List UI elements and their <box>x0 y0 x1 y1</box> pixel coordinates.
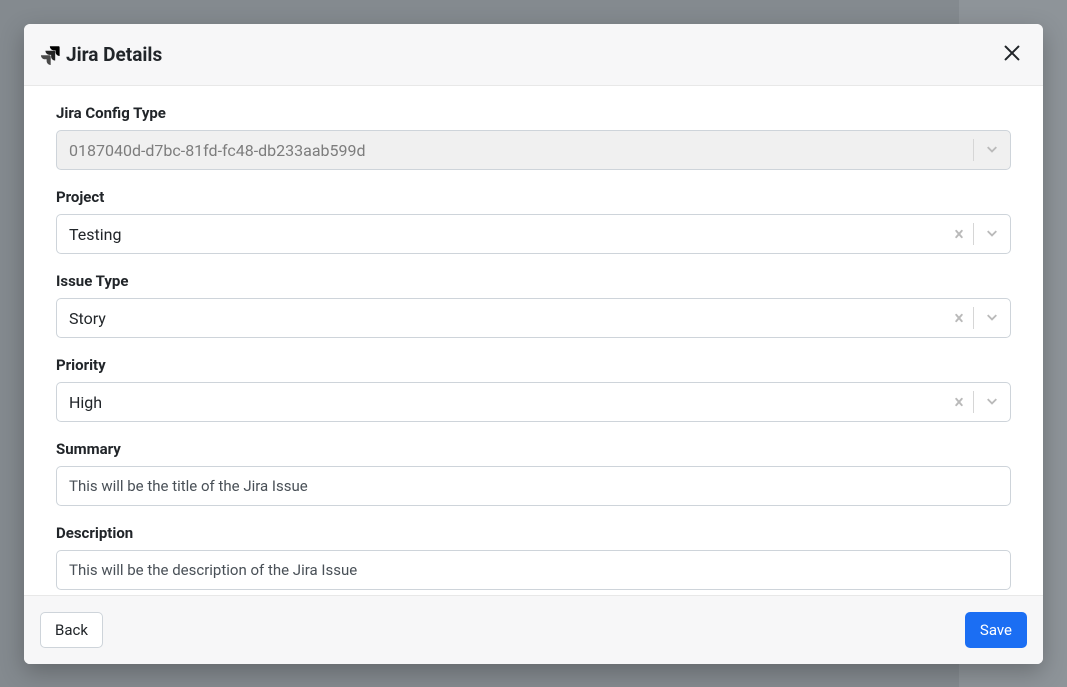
select-indicators <box>973 131 1010 169</box>
clear-icon[interactable] <box>945 394 973 410</box>
clear-icon[interactable] <box>945 226 973 242</box>
field-config-type: Jira Config Type 0187040d-d7bc-81fd-fc48… <box>56 104 1011 170</box>
modal-header: Jira Details <box>24 24 1043 85</box>
field-summary: Summary <box>56 440 1011 506</box>
chevron-down-icon <box>974 141 1010 159</box>
chevron-down-icon[interactable] <box>974 309 1010 327</box>
issue-type-label: Issue Type <box>56 272 1011 290</box>
config-type-label: Jira Config Type <box>56 104 1011 122</box>
config-type-select: 0187040d-d7bc-81fd-fc48-db233aab599d <box>56 130 1011 170</box>
field-issue-type: Issue Type Story <box>56 272 1011 338</box>
chevron-down-icon[interactable] <box>974 393 1010 411</box>
priority-label: Priority <box>56 356 1011 374</box>
modal-footer: Back Save <box>24 595 1043 664</box>
field-project: Project Testing <box>56 188 1011 254</box>
field-priority: Priority High <box>56 356 1011 422</box>
select-indicators <box>945 215 1010 253</box>
summary-label: Summary <box>56 440 1011 458</box>
project-value: Testing <box>69 225 945 244</box>
modal-body[interactable]: Jira Config Type 0187040d-d7bc-81fd-fc48… <box>24 86 1043 595</box>
modal-title: Jira Details <box>66 43 162 66</box>
close-button[interactable] <box>997 38 1027 71</box>
issue-type-select[interactable]: Story <box>56 298 1011 338</box>
clear-icon[interactable] <box>945 310 973 326</box>
description-label: Description <box>56 524 1011 542</box>
chevron-down-icon[interactable] <box>974 225 1010 243</box>
close-icon <box>1001 52 1023 67</box>
jira-details-modal: Jira Details Jira Config Type 0187040d-d… <box>24 24 1043 664</box>
field-description: Description <box>56 524 1011 590</box>
modal-body-wrapper: Jira Config Type 0187040d-d7bc-81fd-fc48… <box>24 85 1043 595</box>
select-indicators <box>945 299 1010 337</box>
jira-icon <box>40 45 60 65</box>
project-label: Project <box>56 188 1011 206</box>
config-type-value: 0187040d-d7bc-81fd-fc48-db233aab599d <box>69 141 973 160</box>
description-input[interactable] <box>56 550 1011 590</box>
priority-select[interactable]: High <box>56 382 1011 422</box>
project-select[interactable]: Testing <box>56 214 1011 254</box>
back-button[interactable]: Back <box>40 612 103 648</box>
summary-input[interactable] <box>56 466 1011 506</box>
select-indicators <box>945 383 1010 421</box>
issue-type-value: Story <box>69 309 945 328</box>
priority-value: High <box>69 393 945 412</box>
save-button[interactable]: Save <box>965 612 1027 648</box>
